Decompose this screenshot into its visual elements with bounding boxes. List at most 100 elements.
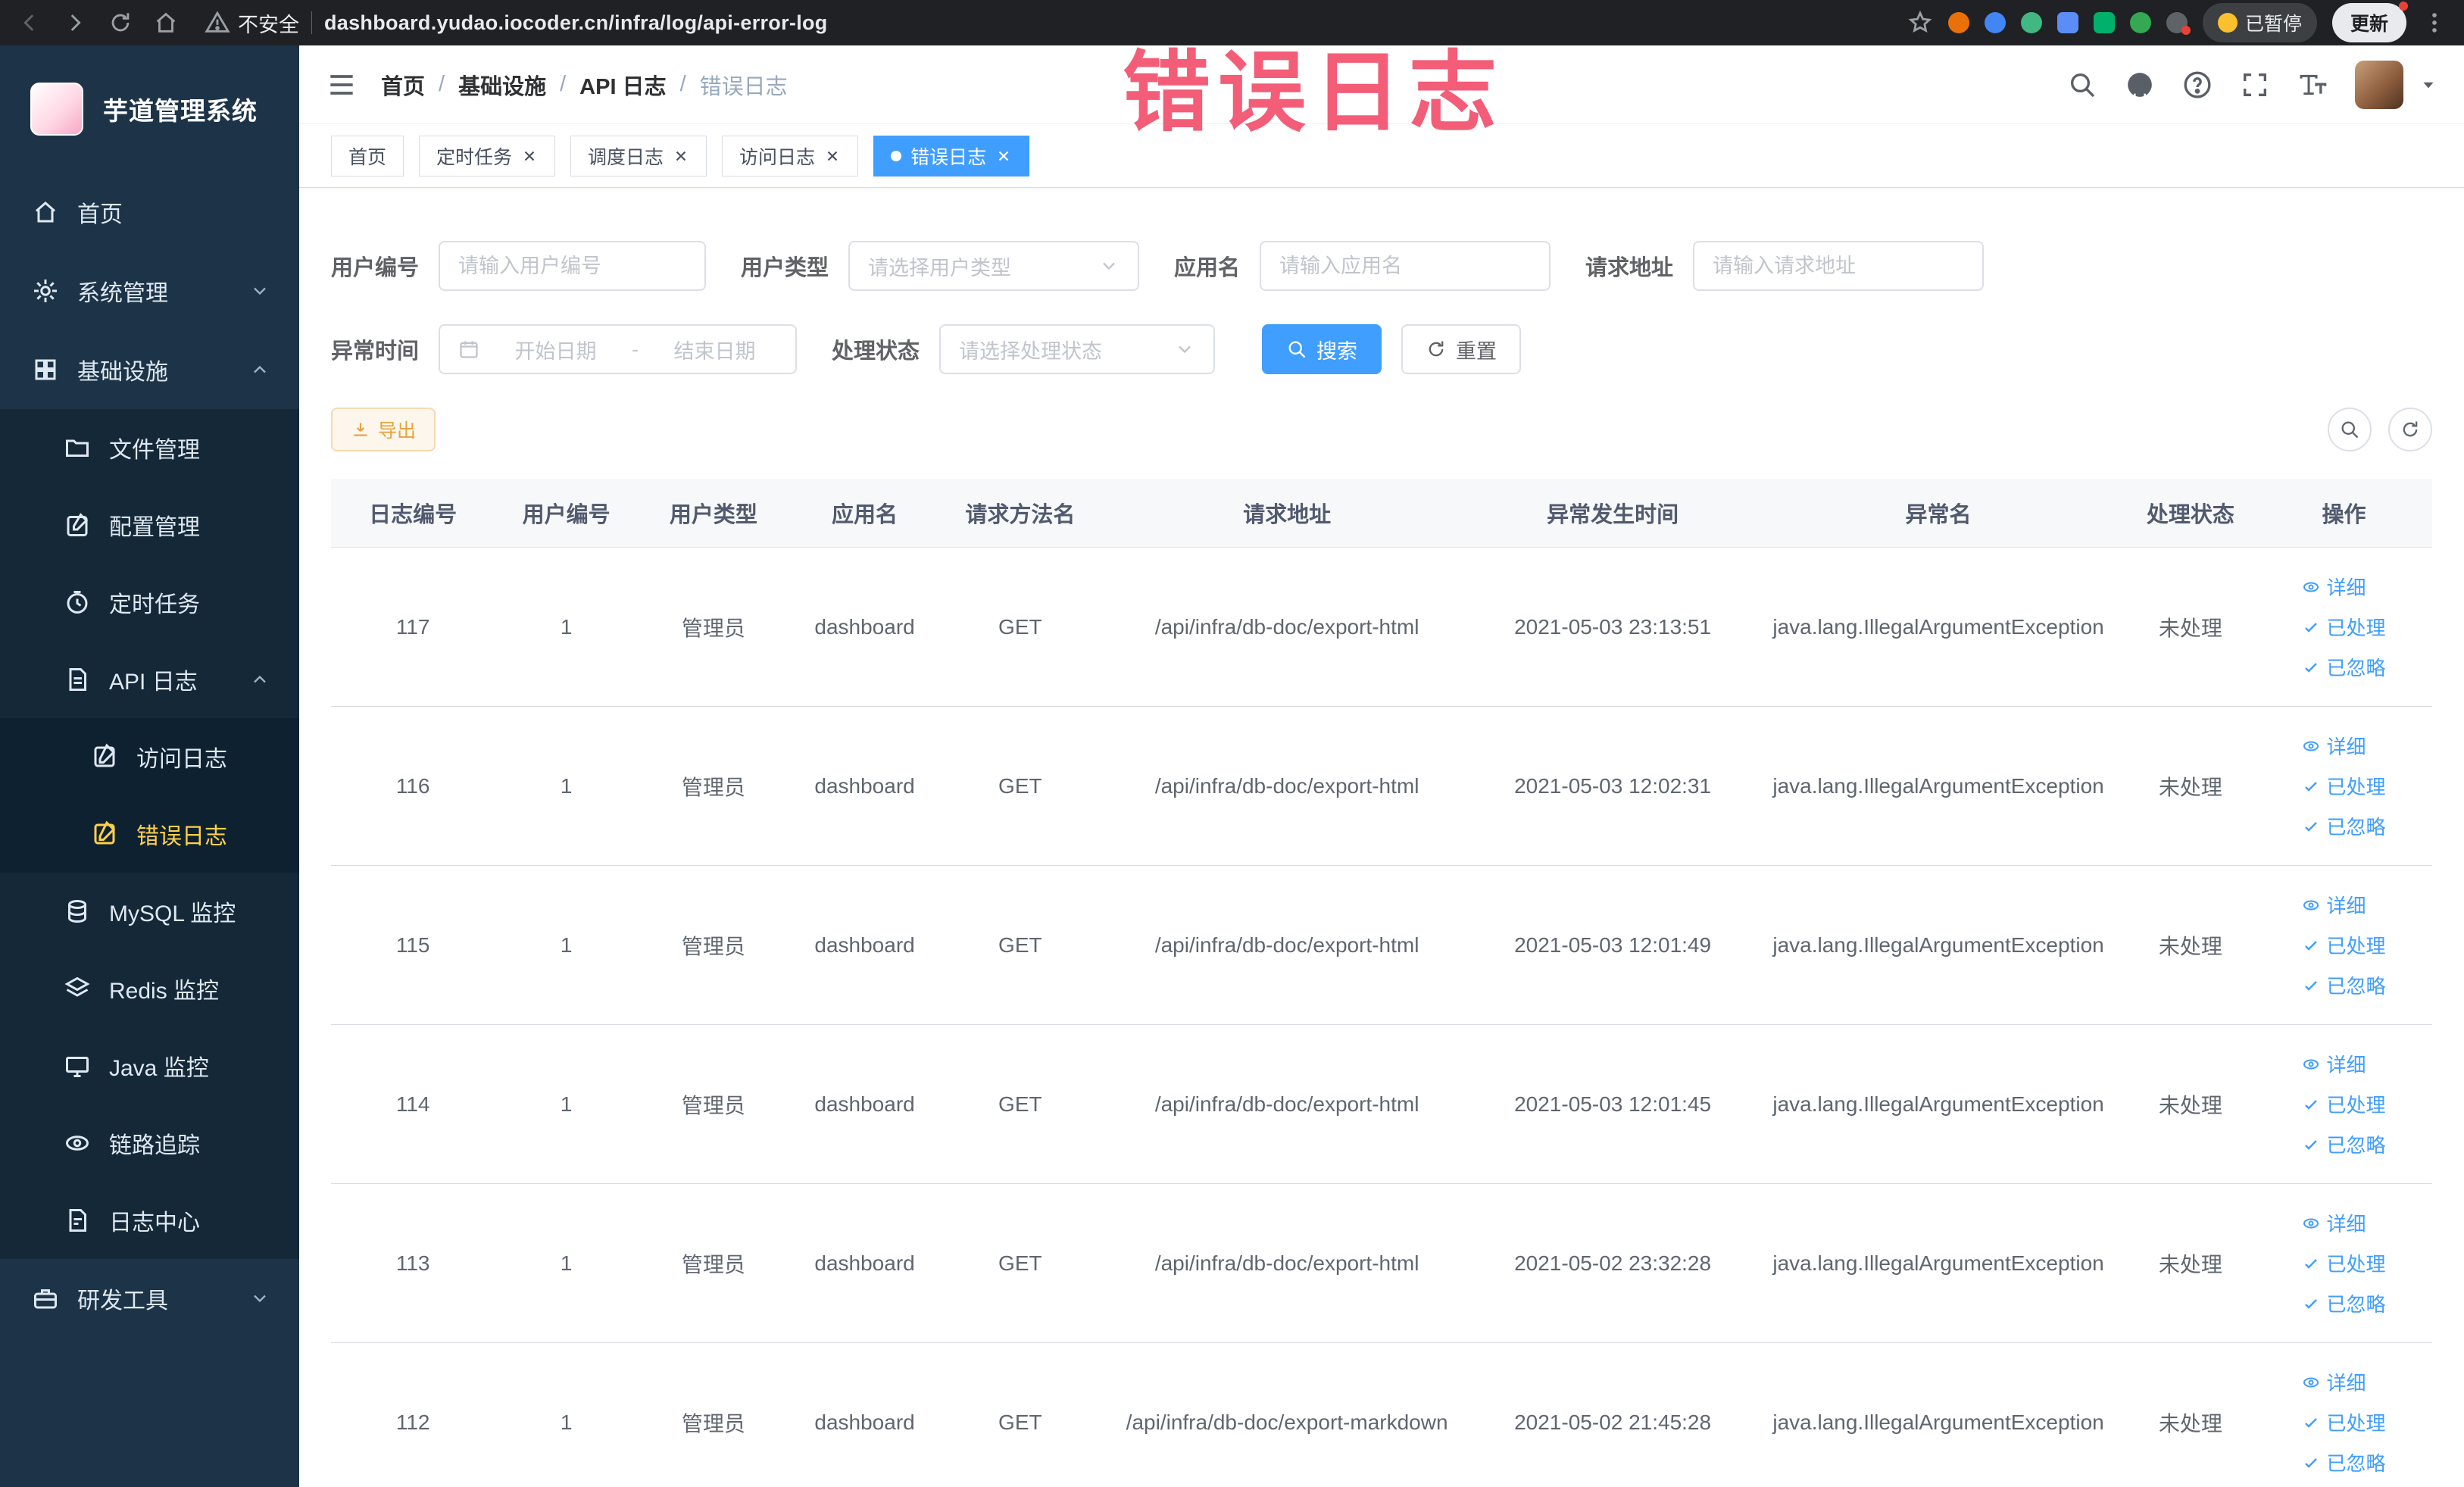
sidebar-item-redis[interactable]: Redis 监控 (0, 950, 299, 1027)
reset-button[interactable]: 重置 (1401, 324, 1522, 374)
sidebar-item-system[interactable]: 系统管理 (0, 251, 299, 330)
detail-link[interactable]: 详细 (2302, 732, 2366, 760)
search-button[interactable]: 搜索 (1262, 324, 1382, 374)
cell-user-id: 1 (495, 706, 638, 866)
sidebar-item-infra[interactable]: 基础设施 (0, 330, 299, 409)
kebab-menu-icon[interactable] (2422, 10, 2447, 36)
mark-ignored-link[interactable]: 已忽略 (2302, 1289, 2385, 1317)
extension-icon[interactable] (2056, 12, 2078, 33)
mark-processed-link[interactable]: 已处理 (2302, 1090, 2385, 1118)
hamburger-icon[interactable] (325, 68, 358, 102)
check-icon (2302, 1295, 2320, 1313)
mark-processed-link[interactable]: 已处理 (2302, 613, 2385, 641)
security-label: 不安全 (238, 13, 299, 36)
detail-link[interactable]: 详细 (2302, 1209, 2366, 1237)
tab-close-icon[interactable] (673, 148, 689, 164)
sidebar-item-api-log[interactable]: API 日志 (0, 641, 299, 718)
sidebar-item-access-log[interactable]: 访问日志 (0, 718, 299, 795)
document-icon (91, 820, 118, 848)
mark-ignored-link[interactable]: 已忽略 (2302, 971, 2385, 999)
user-id-input[interactable] (458, 242, 687, 289)
mark-processed-link[interactable]: 已处理 (2302, 1408, 2385, 1436)
forward-icon[interactable] (62, 10, 88, 36)
date-range-picker[interactable]: 开始日期 - 结束日期 (439, 324, 798, 374)
column-header: 请求地址 (1100, 479, 1474, 548)
main-area: 首页 / 基础设施 / API 日志 / 错误日志 首页 定时任务 调度日志 访… (299, 45, 2464, 1487)
sidebar-item-job[interactable]: 定时任务 (0, 564, 299, 641)
sidebar-item-trace[interactable]: 链路追踪 (0, 1104, 299, 1182)
refresh-table-button[interactable] (2388, 408, 2432, 451)
mark-ignored-link[interactable]: 已忽略 (2302, 1448, 2385, 1476)
sidebar-item-dev-tools[interactable]: 研发工具 (0, 1259, 299, 1338)
cell-app-name: dashboard (789, 1024, 941, 1184)
update-button[interactable]: 更新 (2331, 2, 2408, 42)
back-icon[interactable] (17, 10, 42, 36)
start-date-placeholder: 开始日期 (514, 339, 597, 363)
export-button[interactable]: 导出 (331, 408, 436, 451)
sidebar-item-error-log[interactable]: 错误日志 (0, 795, 299, 873)
column-header: 操作 (2255, 479, 2432, 548)
cell-app-name: dashboard (789, 1183, 941, 1343)
tab-close-icon[interactable] (824, 148, 841, 164)
extension-icon[interactable] (2166, 12, 2191, 35)
fullscreen-icon[interactable] (2240, 70, 2270, 100)
detail-link[interactable]: 详细 (2302, 891, 2366, 919)
user-type-select[interactable]: 请选择用户类型 (848, 241, 1140, 291)
tab-close-icon[interactable] (995, 148, 1012, 164)
extension-icon[interactable] (2129, 12, 2151, 33)
detail-link[interactable]: 详细 (2302, 1368, 2366, 1396)
mark-processed-link[interactable]: 已处理 (2302, 931, 2385, 959)
sidebar-item-file[interactable]: 文件管理 (0, 409, 299, 486)
font-size-icon[interactable] (2297, 70, 2328, 100)
cell-app-name: dashboard (789, 547, 941, 707)
tab-close-icon[interactable] (521, 148, 538, 164)
document-icon (91, 743, 118, 770)
cell-app-name: dashboard (789, 1342, 941, 1487)
github-icon[interactable] (2125, 70, 2155, 100)
tab-home[interactable]: 首页 (331, 135, 404, 177)
table-row: 116 1 管理员 dashboard GET /api/infra/db-do… (331, 706, 2432, 866)
search-icon[interactable] (2067, 70, 2097, 100)
tab-job-log[interactable]: 调度日志 (570, 135, 707, 177)
bookmark-star-icon[interactable] (1907, 10, 1933, 36)
caret-down-icon[interactable] (2419, 75, 2438, 95)
tab-access-log[interactable]: 访问日志 (722, 135, 859, 177)
column-header: 异常发生时间 (1474, 479, 1752, 548)
sidebar-item-java[interactable]: Java 监控 (0, 1027, 299, 1104)
extension-icon[interactable] (2093, 12, 2115, 33)
detail-link[interactable]: 详细 (2302, 1050, 2366, 1078)
address-bar[interactable]: 不安全 dashboard.yudao.iocoder.cn/infra/log… (194, 8, 1892, 38)
extension-icon[interactable] (1984, 12, 2006, 33)
sidebar-item-mysql[interactable]: MySQL 监控 (0, 873, 299, 950)
security-indicator[interactable]: 不安全 (205, 8, 299, 38)
user-avatar[interactable] (2355, 60, 2403, 109)
mark-processed-link[interactable]: 已处理 (2302, 1249, 2385, 1277)
tab-error-log[interactable]: 错误日志 (873, 135, 1030, 177)
app-logo[interactable]: 芋道管理系统 (0, 45, 299, 173)
tab-job[interactable]: 定时任务 (419, 135, 556, 177)
mark-processed-link[interactable]: 已处理 (2302, 772, 2385, 800)
mark-ignored-link[interactable]: 已忽略 (2302, 653, 2385, 681)
detail-link[interactable]: 详细 (2302, 573, 2366, 601)
request-url-input[interactable] (1713, 242, 1965, 289)
vue-devtools-icon[interactable] (2020, 12, 2042, 33)
mark-ignored-link[interactable]: 已忽略 (2302, 1130, 2385, 1158)
reload-icon[interactable] (108, 10, 133, 36)
breadcrumb-item[interactable]: API 日志 (579, 69, 666, 101)
process-status-select[interactable]: 请选择处理状态 (939, 324, 1216, 374)
home-icon[interactable] (153, 10, 179, 36)
breadcrumb: 首页 / 基础设施 / API 日志 / 错误日志 (381, 69, 788, 101)
mark-ignored-link[interactable]: 已忽略 (2302, 812, 2385, 840)
paused-badge[interactable]: 已暂停 (2202, 3, 2317, 42)
column-header: 用户类型 (637, 479, 789, 548)
sidebar-item-log-center[interactable]: 日志中心 (0, 1182, 299, 1259)
search-icon (2341, 421, 2359, 439)
breadcrumb-item[interactable]: 首页 (381, 69, 425, 101)
sidebar-item-home[interactable]: 首页 (0, 173, 299, 251)
help-icon[interactable] (2182, 70, 2213, 100)
breadcrumb-item[interactable]: 基础设施 (458, 69, 546, 101)
app-name-input[interactable] (1279, 242, 1532, 289)
extension-icon[interactable] (1947, 12, 1969, 33)
toggle-search-button[interactable] (2328, 408, 2372, 451)
sidebar-item-config[interactable]: 配置管理 (0, 486, 299, 564)
